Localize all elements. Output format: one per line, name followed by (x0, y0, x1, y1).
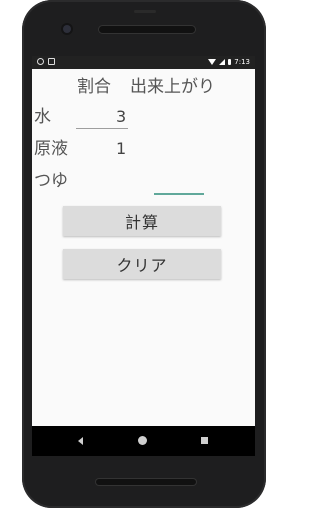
navigation-bar (32, 426, 255, 456)
water-label: 水 (34, 107, 51, 127)
front-camera (63, 25, 71, 33)
earpiece (134, 10, 156, 13)
app-content: 割合 出来上がり 水 3 原液 1 つゆ 計算 クリア (32, 69, 255, 426)
water-ratio-input[interactable]: 3 (116, 107, 126, 127)
status-time: 7:13 (234, 58, 250, 66)
ratio-header: 割合 (77, 77, 111, 97)
clear-button[interactable]: クリア (63, 249, 221, 279)
sim-card-icon (48, 58, 55, 65)
tsuyu-input-underline (154, 193, 204, 195)
concentrate-ratio-value: 1 (116, 139, 127, 158)
top-bezel (22, 0, 266, 56)
concentrate-label: 原液 (34, 139, 68, 159)
recent-apps-icon[interactable] (201, 437, 208, 444)
phone-frame: 7:13 割合 出来上がり 水 3 原液 1 つゆ 計算 クリア (22, 0, 266, 508)
top-speaker (99, 26, 195, 33)
result-header: 出来上がり (130, 77, 215, 97)
back-icon[interactable] (78, 437, 83, 445)
signal-icon (219, 59, 226, 65)
home-icon[interactable] (138, 436, 147, 445)
wifi-icon (208, 59, 217, 65)
water-ratio-underline (76, 128, 128, 129)
status-bar: 7:13 (32, 56, 255, 69)
calculate-button[interactable]: 計算 (63, 206, 221, 236)
battery-icon (228, 59, 232, 65)
settings-notification-icon (37, 58, 44, 65)
screen: 7:13 割合 出来上がり 水 3 原液 1 つゆ 計算 クリア (32, 56, 255, 456)
tsuyu-label: つゆ (34, 171, 68, 191)
bottom-speaker (96, 479, 196, 485)
